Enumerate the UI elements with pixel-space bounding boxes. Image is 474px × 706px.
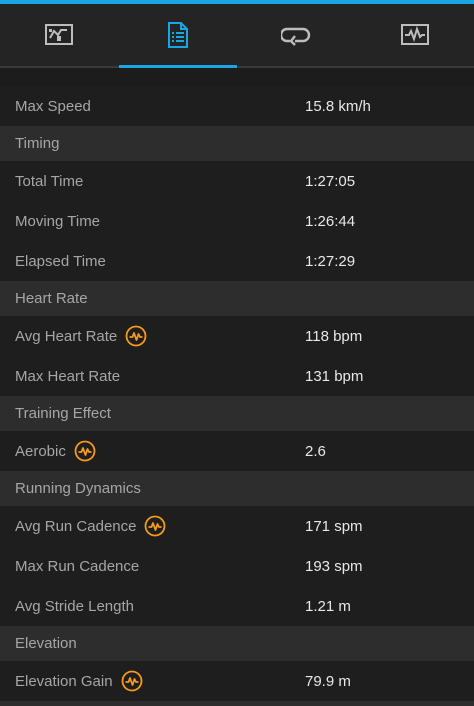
elevation-gain-label: Elevation Gain xyxy=(15,672,113,690)
elapsed-time-value: 1:27:29 xyxy=(305,252,356,270)
row-max-run-cadence: Max Run Cadence 193 spm xyxy=(0,546,474,586)
overview-map-icon xyxy=(44,23,74,47)
next-row-partial xyxy=(0,701,474,706)
row-max-heart-rate: Max Heart Rate 131 bpm xyxy=(0,356,474,396)
moving-time-label: Moving Time xyxy=(15,212,101,230)
avg-run-cadence-label: Avg Run Cadence xyxy=(15,517,137,535)
max-heart-rate-value: 131 bpm xyxy=(305,367,364,385)
row-elapsed-time: Elapsed Time 1:27:29 xyxy=(0,241,474,281)
row-max-speed: Max Speed 15.8 km/h xyxy=(0,86,474,126)
chart-icon xyxy=(400,23,430,47)
moving-time-value: 1:26:44 xyxy=(305,212,356,230)
section-timing: Timing xyxy=(0,126,474,161)
heart-rate-icon[interactable] xyxy=(125,325,147,347)
details-list-icon xyxy=(167,21,189,49)
section-heart-rate: Heart Rate xyxy=(0,281,474,316)
tab-overview[interactable] xyxy=(0,4,119,66)
max-run-cadence-value: 193 spm xyxy=(305,557,363,575)
list-top-gap xyxy=(0,68,474,86)
section-elevation: Elevation xyxy=(0,626,474,661)
avg-run-cadence-value: 171 spm xyxy=(305,517,363,535)
row-moving-time: Moving Time 1:26:44 xyxy=(0,201,474,241)
row-elevation-gain: Elevation Gain 79.9 m xyxy=(0,661,474,701)
max-run-cadence-label: Max Run Cadence xyxy=(15,557,140,575)
heart-rate-icon[interactable] xyxy=(121,670,143,692)
max-speed-label: Max Speed xyxy=(15,97,91,115)
total-time-label: Total Time xyxy=(15,172,84,190)
aerobic-value: 2.6 xyxy=(305,442,326,460)
row-total-time: Total Time 1:27:05 xyxy=(0,161,474,201)
section-training-effect: Training Effect xyxy=(0,396,474,431)
avg-heart-rate-value: 118 bpm xyxy=(305,327,363,345)
max-speed-value: 15.8 km/h xyxy=(305,97,371,115)
tab-charts[interactable] xyxy=(356,4,474,66)
section-running-dynamics: Running Dynamics xyxy=(0,471,474,506)
avg-heart-rate-label: Avg Heart Rate xyxy=(15,327,118,345)
heart-rate-icon[interactable] xyxy=(74,440,96,462)
avg-stride-length-value: 1.21 m xyxy=(305,597,351,615)
total-time-value: 1:27:05 xyxy=(305,172,356,190)
elapsed-time-label: Elapsed Time xyxy=(15,252,106,270)
aerobic-label: Aerobic xyxy=(15,442,66,460)
row-avg-run-cadence: Avg Run Cadence 171 spm xyxy=(0,506,474,546)
max-heart-rate-label: Max Heart Rate xyxy=(15,367,121,385)
heart-rate-icon[interactable] xyxy=(144,515,166,537)
row-aerobic: Aerobic 2.6 xyxy=(0,431,474,471)
row-avg-heart-rate: Avg Heart Rate 118 bpm xyxy=(0,316,474,356)
row-avg-stride-length: Avg Stride Length 1.21 m xyxy=(0,586,474,626)
tab-details[interactable] xyxy=(118,4,238,68)
elevation-gain-value: 79.9 m xyxy=(305,672,351,690)
tab-bar xyxy=(0,4,474,68)
tab-laps[interactable] xyxy=(237,4,356,66)
avg-stride-length-label: Avg Stride Length xyxy=(15,597,134,615)
laps-loop-icon xyxy=(281,24,311,46)
